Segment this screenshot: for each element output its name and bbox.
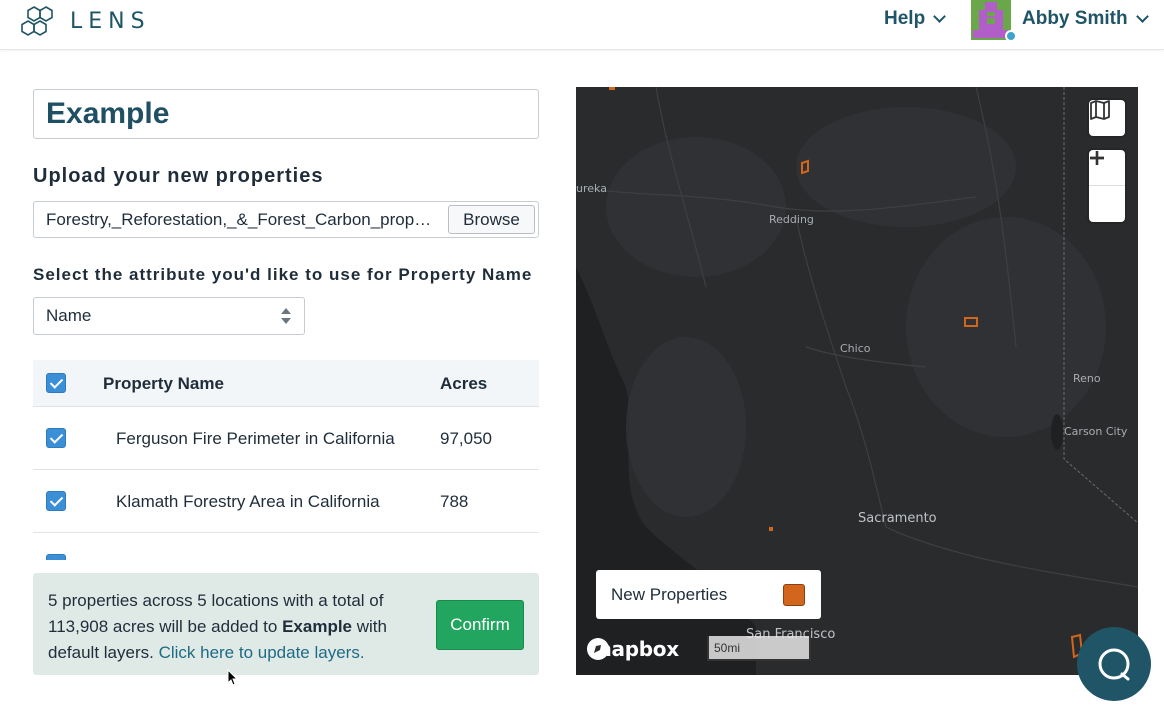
file-upload-field[interactable]: Forestry,_Reforestation,_&_Forest_Carbon…: [33, 201, 539, 238]
zoom-control[interactable]: [1089, 150, 1125, 222]
confirm-button[interactable]: Confirm: [436, 600, 524, 650]
zoom-out-button[interactable]: [1089, 156, 1125, 222]
map-label-carson-city: Carson City: [1064, 425, 1128, 438]
map-style-control[interactable]: [1089, 100, 1125, 136]
browse-button[interactable]: Browse: [448, 205, 535, 234]
select-all-checkbox[interactable]: [46, 373, 66, 393]
summary-project-name: Example: [282, 617, 353, 636]
user-name: Abby Smith: [1022, 8, 1128, 29]
table-row[interactable]: Klamath Forestry Area in California 788: [33, 470, 539, 533]
lens-logo[interactable]: LENS: [20, 4, 151, 38]
property-name: Klamath Forestry Area in California: [116, 492, 380, 511]
map-label-eureka: ureka: [576, 182, 607, 195]
attribute-select[interactable]: Name: [33, 297, 305, 335]
table-row[interactable]: Ferguson Fire Perimeter in California 97…: [33, 407, 539, 470]
select-arrows-icon: [281, 308, 291, 324]
summary-panel: 5 properties across 5 locations with a t…: [33, 573, 539, 675]
project-title-value: Example: [46, 97, 170, 130]
map-layers-button[interactable]: [1089, 100, 1125, 136]
map-icon: [1090, 100, 1110, 120]
map-legend: New Properties: [596, 570, 821, 619]
summary-text: 5 properties across 5 locations with a t…: [48, 588, 408, 666]
help-label: Help: [884, 8, 926, 29]
legend-swatch: [783, 584, 805, 606]
cursor-icon: [227, 669, 239, 686]
help-menu[interactable]: Help: [884, 8, 947, 30]
hexagon-logo-icon: [21, 6, 53, 36]
map-label-redding: Redding: [769, 213, 814, 226]
mapbox-logo-icon: [587, 638, 609, 660]
project-title-input[interactable]: Example: [33, 89, 539, 139]
row-checkbox[interactable]: [46, 554, 66, 560]
row-checkbox[interactable]: [46, 428, 66, 448]
update-layers-link[interactable]: Click here to update layers.: [159, 643, 365, 662]
upload-label: Upload your new properties: [33, 165, 324, 187]
brand-name: LENS: [70, 8, 151, 34]
row-checkbox[interactable]: [46, 491, 66, 511]
app-header: LENS Help Abby Smith: [0, 0, 1164, 50]
map-label-sacramento: Sacramento: [858, 511, 937, 526]
user-menu[interactable]: Abby Smith: [1022, 8, 1149, 30]
table-row-partial[interactable]: [33, 533, 539, 560]
map-scale: 50mi: [707, 636, 811, 661]
status-indicator: [1005, 30, 1017, 42]
column-header-name[interactable]: Property Name: [103, 374, 224, 394]
table-header: Property Name Acres: [33, 360, 539, 407]
attribute-label: Select the attribute you'd like to use f…: [33, 265, 533, 284]
chevron-down-icon: [1135, 9, 1149, 23]
property-name: Ferguson Fire Perimeter in California: [116, 429, 395, 448]
property-acres: 788: [440, 492, 469, 511]
map-view[interactable]: ureka Redding Chico Reno Carson City Sac…: [576, 87, 1138, 675]
map-label-chico: Chico: [840, 342, 871, 355]
chevron-down-icon: [933, 9, 947, 23]
file-name: Forestry,_Reforestation,_&_Forest_Carbon…: [46, 209, 434, 229]
attribute-selected-value: Name: [46, 306, 92, 325]
mapbox-logo[interactable]: mapbox: [586, 637, 679, 661]
column-header-acres[interactable]: Acres: [440, 374, 487, 394]
properties-table: Property Name Acres Ferguson Fire Perime…: [33, 360, 539, 560]
legend-label: New Properties: [611, 585, 728, 604]
property-acres: 97,050: [440, 429, 492, 448]
minus-icon: [1090, 156, 1104, 160]
map-label-reno: Reno: [1073, 372, 1101, 385]
